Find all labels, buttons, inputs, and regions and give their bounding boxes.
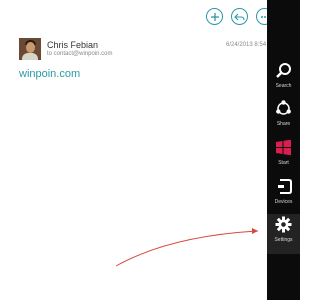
search-icon [276,63,291,78]
charms-bar: Search Share Start Devices Settings [267,0,300,300]
charm-start[interactable]: Start [267,137,300,177]
annotation-arrow [115,228,259,267]
windows-logo-icon [276,139,291,156]
charm-label-settings: Settings [274,237,293,243]
charm-share[interactable]: Share [267,98,300,138]
charm-search[interactable]: Search [267,60,300,100]
charm-settings[interactable]: Settings [267,214,300,254]
charm-label-start: Start [278,160,289,166]
charm-label-share: Share [276,121,291,127]
charm-label-devices: Devices [274,199,293,205]
charm-label-search: Search [275,83,292,89]
share-icon [276,100,291,115]
gear-icon [275,216,292,233]
devices-icon [278,179,292,194]
charm-devices[interactable]: Devices [267,176,300,216]
